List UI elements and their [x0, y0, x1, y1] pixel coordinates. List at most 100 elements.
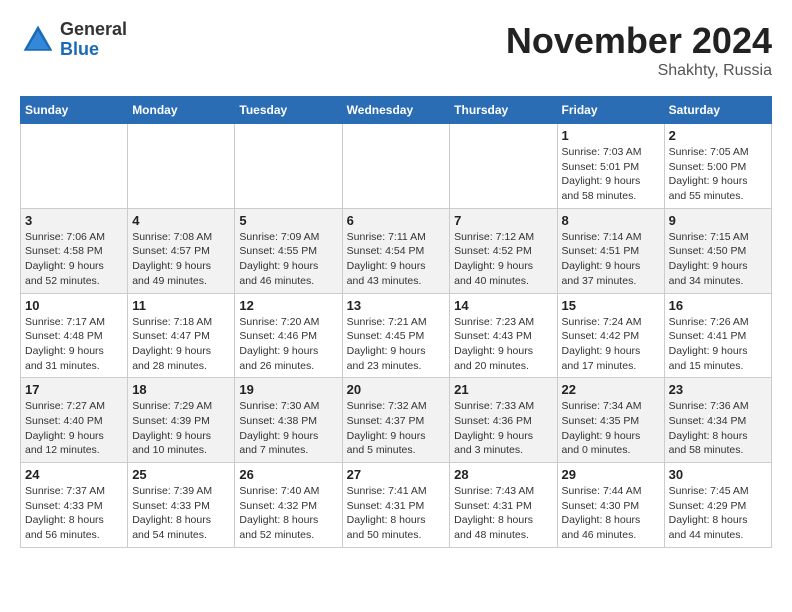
page-header: General Blue November 2024 Shakhty, Russ…: [20, 20, 772, 80]
calendar-day-cell: 23 Sunrise: 7:36 AM Sunset: 4:34 PM Dayli…: [664, 378, 771, 463]
day-info: Sunrise: 7:09 AM Sunset: 4:55 PM Dayligh…: [239, 230, 337, 289]
day-number: 23: [669, 382, 767, 397]
calendar-day-cell: 7 Sunrise: 7:12 AM Sunset: 4:52 PM Daylig…: [450, 208, 557, 293]
calendar-week-row: 1 Sunrise: 7:03 AM Sunset: 5:01 PM Daylig…: [21, 124, 772, 209]
calendar-day-cell: 11 Sunrise: 7:18 AM Sunset: 4:47 PM Dayli…: [128, 293, 235, 378]
day-info: Sunrise: 7:30 AM Sunset: 4:38 PM Dayligh…: [239, 399, 337, 458]
day-number: 27: [347, 467, 446, 482]
calendar-day-cell: 30 Sunrise: 7:45 AM Sunset: 4:29 PM Dayli…: [664, 463, 771, 548]
day-number: 26: [239, 467, 337, 482]
day-info: Sunrise: 7:41 AM Sunset: 4:31 PM Dayligh…: [347, 484, 446, 543]
calendar-day-cell: [21, 124, 128, 209]
month-title: November 2024: [506, 20, 772, 62]
calendar-day-cell: 22Sunrise: 7:34 AM Sunset: 4:35 PM Dayli…: [557, 378, 664, 463]
logo-text: General Blue: [60, 20, 127, 60]
calendar-day-cell: 28Sunrise: 7:43 AM Sunset: 4:31 PM Dayli…: [450, 463, 557, 548]
day-number: 29: [562, 467, 660, 482]
calendar-day-cell: 1 Sunrise: 7:03 AM Sunset: 5:01 PM Daylig…: [557, 124, 664, 209]
calendar-day-cell: [342, 124, 450, 209]
calendar-day-cell: 24Sunrise: 7:37 AM Sunset: 4:33 PM Dayli…: [21, 463, 128, 548]
day-number: 14: [454, 298, 552, 313]
calendar-week-row: 3Sunrise: 7:06 AM Sunset: 4:58 PM Daylig…: [21, 208, 772, 293]
weekday-header-cell: Wednesday: [342, 97, 450, 124]
calendar-day-cell: 21 Sunrise: 7:33 AM Sunset: 4:36 PM Dayli…: [450, 378, 557, 463]
weekday-header-cell: Friday: [557, 97, 664, 124]
weekday-header-row: SundayMondayTuesdayWednesdayThursdayFrid…: [21, 97, 772, 124]
day-info: Sunrise: 7:17 AM Sunset: 4:48 PM Dayligh…: [25, 315, 123, 374]
weekday-header-cell: Monday: [128, 97, 235, 124]
day-number: 11: [132, 298, 230, 313]
day-info: Sunrise: 7:11 AM Sunset: 4:54 PM Dayligh…: [347, 230, 446, 289]
calendar-day-cell: 5 Sunrise: 7:09 AM Sunset: 4:55 PM Daylig…: [235, 208, 342, 293]
calendar-day-cell: 29 Sunrise: 7:44 AM Sunset: 4:30 PM Dayli…: [557, 463, 664, 548]
calendar-week-row: 17Sunrise: 7:27 AM Sunset: 4:40 PM Dayli…: [21, 378, 772, 463]
day-number: 4: [132, 213, 230, 228]
day-number: 18: [132, 382, 230, 397]
day-info: Sunrise: 7:14 AM Sunset: 4:51 PM Dayligh…: [562, 230, 660, 289]
weekday-header-cell: Tuesday: [235, 97, 342, 124]
day-number: 2: [669, 128, 767, 143]
location-subtitle: Shakhty, Russia: [506, 62, 772, 80]
calendar-table: SundayMondayTuesdayWednesdayThursdayFrid…: [20, 96, 772, 548]
day-number: 25: [132, 467, 230, 482]
day-number: 5: [239, 213, 337, 228]
day-info: Sunrise: 7:33 AM Sunset: 4:36 PM Dayligh…: [454, 399, 552, 458]
day-info: Sunrise: 7:24 AM Sunset: 4:42 PM Dayligh…: [562, 315, 660, 374]
day-number: 30: [669, 467, 767, 482]
day-info: Sunrise: 7:27 AM Sunset: 4:40 PM Dayligh…: [25, 399, 123, 458]
logo-icon: [20, 22, 56, 58]
day-number: 3: [25, 213, 123, 228]
day-info: Sunrise: 7:39 AM Sunset: 4:33 PM Dayligh…: [132, 484, 230, 543]
day-info: Sunrise: 7:45 AM Sunset: 4:29 PM Dayligh…: [669, 484, 767, 543]
calendar-body: 1 Sunrise: 7:03 AM Sunset: 5:01 PM Daylig…: [21, 124, 772, 548]
day-number: 9: [669, 213, 767, 228]
day-number: 15: [562, 298, 660, 313]
calendar-week-row: 10 Sunrise: 7:17 AM Sunset: 4:48 PM Dayli…: [21, 293, 772, 378]
day-number: 8: [562, 213, 660, 228]
weekday-header-cell: Saturday: [664, 97, 771, 124]
day-info: Sunrise: 7:12 AM Sunset: 4:52 PM Dayligh…: [454, 230, 552, 289]
day-number: 13: [347, 298, 446, 313]
calendar-day-cell: 18 Sunrise: 7:29 AM Sunset: 4:39 PM Dayli…: [128, 378, 235, 463]
day-info: Sunrise: 7:32 AM Sunset: 4:37 PM Dayligh…: [347, 399, 446, 458]
day-info: Sunrise: 7:23 AM Sunset: 4:43 PM Dayligh…: [454, 315, 552, 374]
calendar-day-cell: 14 Sunrise: 7:23 AM Sunset: 4:43 PM Dayli…: [450, 293, 557, 378]
calendar-day-cell: 2Sunrise: 7:05 AM Sunset: 5:00 PM Daylig…: [664, 124, 771, 209]
calendar-day-cell: 10 Sunrise: 7:17 AM Sunset: 4:48 PM Dayli…: [21, 293, 128, 378]
calendar-day-cell: 3Sunrise: 7:06 AM Sunset: 4:58 PM Daylig…: [21, 208, 128, 293]
day-info: Sunrise: 7:34 AM Sunset: 4:35 PM Dayligh…: [562, 399, 660, 458]
day-info: Sunrise: 7:15 AM Sunset: 4:50 PM Dayligh…: [669, 230, 767, 289]
calendar-week-row: 24Sunrise: 7:37 AM Sunset: 4:33 PM Dayli…: [21, 463, 772, 548]
calendar-day-cell: [128, 124, 235, 209]
day-info: Sunrise: 7:44 AM Sunset: 4:30 PM Dayligh…: [562, 484, 660, 543]
calendar-day-cell: [450, 124, 557, 209]
day-number: 7: [454, 213, 552, 228]
title-block: November 2024 Shakhty, Russia: [506, 20, 772, 80]
day-number: 21: [454, 382, 552, 397]
day-info: Sunrise: 7:21 AM Sunset: 4:45 PM Dayligh…: [347, 315, 446, 374]
day-info: Sunrise: 7:03 AM Sunset: 5:01 PM Dayligh…: [562, 145, 660, 204]
calendar-day-cell: 20Sunrise: 7:32 AM Sunset: 4:37 PM Dayli…: [342, 378, 450, 463]
day-info: Sunrise: 7:08 AM Sunset: 4:57 PM Dayligh…: [132, 230, 230, 289]
day-number: 1: [562, 128, 660, 143]
weekday-header-cell: Thursday: [450, 97, 557, 124]
calendar-day-cell: 15 Sunrise: 7:24 AM Sunset: 4:42 PM Dayli…: [557, 293, 664, 378]
day-number: 10: [25, 298, 123, 313]
calendar-day-cell: 13 Sunrise: 7:21 AM Sunset: 4:45 PM Dayli…: [342, 293, 450, 378]
calendar-day-cell: 26Sunrise: 7:40 AM Sunset: 4:32 PM Dayli…: [235, 463, 342, 548]
calendar-day-cell: 6 Sunrise: 7:11 AM Sunset: 4:54 PM Daylig…: [342, 208, 450, 293]
calendar-day-cell: 12Sunrise: 7:20 AM Sunset: 4:46 PM Dayli…: [235, 293, 342, 378]
calendar-day-cell: 25 Sunrise: 7:39 AM Sunset: 4:33 PM Dayli…: [128, 463, 235, 548]
day-info: Sunrise: 7:26 AM Sunset: 4:41 PM Dayligh…: [669, 315, 767, 374]
day-info: Sunrise: 7:36 AM Sunset: 4:34 PM Dayligh…: [669, 399, 767, 458]
calendar-day-cell: 9 Sunrise: 7:15 AM Sunset: 4:50 PM Daylig…: [664, 208, 771, 293]
calendar-day-cell: 19Sunrise: 7:30 AM Sunset: 4:38 PM Dayli…: [235, 378, 342, 463]
day-info: Sunrise: 7:29 AM Sunset: 4:39 PM Dayligh…: [132, 399, 230, 458]
calendar-day-cell: 27 Sunrise: 7:41 AM Sunset: 4:31 PM Dayli…: [342, 463, 450, 548]
day-info: Sunrise: 7:37 AM Sunset: 4:33 PM Dayligh…: [25, 484, 123, 543]
logo: General Blue: [20, 20, 127, 60]
calendar-day-cell: 17Sunrise: 7:27 AM Sunset: 4:40 PM Dayli…: [21, 378, 128, 463]
day-info: Sunrise: 7:43 AM Sunset: 4:31 PM Dayligh…: [454, 484, 552, 543]
day-info: Sunrise: 7:18 AM Sunset: 4:47 PM Dayligh…: [132, 315, 230, 374]
day-number: 6: [347, 213, 446, 228]
